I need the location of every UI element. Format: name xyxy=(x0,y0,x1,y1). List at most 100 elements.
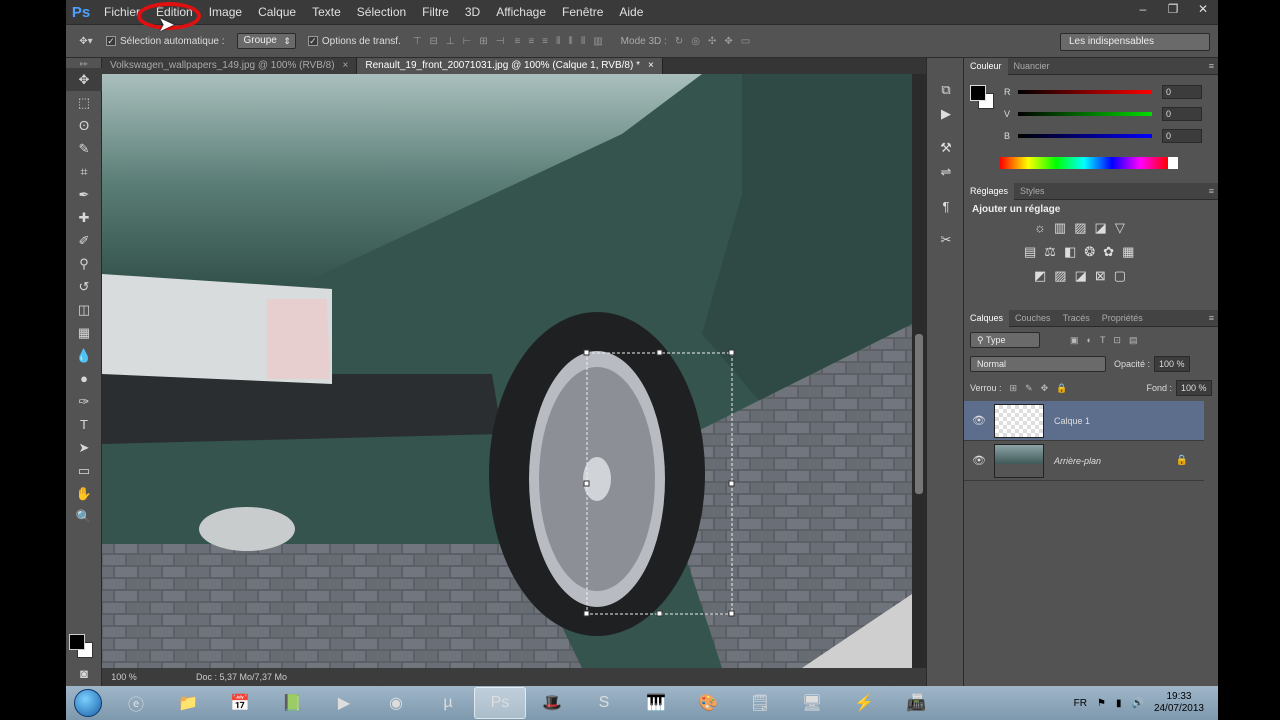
distribute-right-icon[interactable]: ⦀ xyxy=(581,36,585,47)
fill-input[interactable]: 100 % xyxy=(1176,380,1212,396)
gradient-map-icon[interactable]: ⊠ xyxy=(1095,268,1106,284)
menu-3d[interactable]: 3D xyxy=(457,0,488,24)
document-canvas[interactable] xyxy=(102,74,912,668)
tab-couches[interactable]: Couches xyxy=(1009,310,1057,327)
auto-align-icon[interactable]: ▥ xyxy=(593,36,602,47)
3d-scale-icon[interactable]: ▭ xyxy=(741,36,750,47)
distribute-vcenter-icon[interactable]: ≡ xyxy=(528,36,534,47)
align-top-icon[interactable]: ⊤ xyxy=(413,36,422,47)
doc-tab-renault[interactable]: Renault_19_front_20071031.jpg @ 100% (Ca… xyxy=(357,58,663,74)
media-player-icon[interactable]: ▶ xyxy=(318,687,370,719)
align-vcenter-icon[interactable]: ⊟ xyxy=(430,36,438,47)
photoshop-taskbar-icon[interactable]: Ps xyxy=(474,687,526,719)
align-hcenter-icon[interactable]: ⊞ xyxy=(479,36,487,47)
3d-drag-icon[interactable]: ✣ xyxy=(708,36,716,47)
hue-saturation-icon[interactable]: ▤ xyxy=(1024,244,1036,260)
panel-menu-icon[interactable]: ≡ xyxy=(1209,186,1214,196)
menu-filtre[interactable]: Filtre xyxy=(414,0,457,24)
zoom-tool-icon[interactable]: 🔍 xyxy=(66,505,102,528)
paint-app-icon[interactable]: 🎨 xyxy=(682,687,734,719)
tab-nuancier[interactable]: Nuancier xyxy=(1008,58,1056,75)
vibrance-icon[interactable]: ▽ xyxy=(1115,220,1125,236)
levels-icon[interactable]: ▥ xyxy=(1054,220,1066,236)
clone-stamp-tool-icon[interactable]: ⚲ xyxy=(66,252,102,275)
lock-icons[interactable]: ⊞✎✥🔒 xyxy=(1010,383,1076,394)
move-tool-icon[interactable]: ✥ xyxy=(66,68,102,91)
auto-select-dropdown[interactable]: Groupe xyxy=(236,33,296,49)
marquee-tool-icon[interactable]: ⬚ xyxy=(66,91,102,114)
eyedropper-tool-icon[interactable]: ✒ xyxy=(66,183,102,206)
close-tab-icon[interactable]: × xyxy=(343,60,349,71)
brightness-icon[interactable]: ☼ xyxy=(1034,220,1046,236)
red-slider[interactable] xyxy=(1018,90,1152,94)
brush-presets-icon[interactable]: ⇌ xyxy=(927,160,965,184)
workspace-dropdown[interactable]: Les indispensables xyxy=(1060,33,1210,51)
restore-button[interactable]: ❐ xyxy=(1158,0,1188,18)
dodge-tool-icon[interactable]: ● xyxy=(66,367,102,390)
file-explorer-icon[interactable]: 📁 xyxy=(162,687,214,719)
pen-tool-icon[interactable]: ✑ xyxy=(66,390,102,413)
visibility-eye-icon[interactable]: 👁 xyxy=(964,414,994,427)
doc-tab-volkswagen[interactable]: Volkswagen_wallpapers_149.jpg @ 100% (RV… xyxy=(102,58,358,74)
menu-image[interactable]: Image xyxy=(201,0,250,24)
align-left-icon[interactable]: ⊢ xyxy=(463,36,472,47)
chrome-icon[interactable]: ◉ xyxy=(370,687,422,719)
start-button[interactable] xyxy=(66,686,110,720)
menu-aide[interactable]: Aide xyxy=(611,0,651,24)
tab-styles[interactable]: Styles xyxy=(1014,183,1051,200)
tab-traces[interactable]: Tracés xyxy=(1057,310,1096,327)
3d-slide-icon[interactable]: ✥ xyxy=(724,36,732,47)
layer-arriere-plan[interactable]: 👁 Arrière-plan 🔒 xyxy=(964,441,1204,481)
color-spectrum[interactable] xyxy=(1000,157,1178,169)
foreground-color-swatch[interactable] xyxy=(970,85,986,101)
tray-flag-icon[interactable]: ⚑ xyxy=(1097,698,1106,709)
history-panel-icon[interactable]: ⧉ xyxy=(927,78,965,102)
blur-tool-icon[interactable]: 💧 xyxy=(66,344,102,367)
threshold-icon[interactable]: ◪ xyxy=(1075,268,1087,284)
panel-menu-icon[interactable]: ≡ xyxy=(1209,313,1214,323)
gradient-tool-icon[interactable]: ▦ xyxy=(66,321,102,344)
align-bottom-icon[interactable]: ⊥ xyxy=(446,36,455,47)
piano-app-icon[interactable]: 🎹 xyxy=(630,687,682,719)
lasso-tool-icon[interactable]: ʘ xyxy=(66,114,102,137)
foreground-color-swatch[interactable] xyxy=(69,634,85,650)
menu-affichage[interactable]: Affichage xyxy=(488,0,554,24)
3d-rotate-icon[interactable]: ↻ xyxy=(675,36,683,47)
zoom-level[interactable]: 100 % xyxy=(102,672,146,682)
path-selection-tool-icon[interactable]: ➤ xyxy=(66,436,102,459)
language-indicator[interactable]: FR xyxy=(1074,698,1087,709)
layer-filter-icons[interactable]: ▣◐T⊡▤ xyxy=(1070,335,1145,346)
blue-slider[interactable] xyxy=(1018,134,1152,138)
panel-menu-icon[interactable]: ≡ xyxy=(1209,61,1214,71)
tab-couleur[interactable]: Couleur xyxy=(964,57,1008,75)
color-lookup-icon[interactable]: ▦ xyxy=(1122,244,1134,260)
opacity-input[interactable]: 100 % xyxy=(1154,356,1191,372)
distribute-hcenter-icon[interactable]: ⦀ xyxy=(568,36,572,47)
brush-tool-icon[interactable]: ✐ xyxy=(66,229,102,252)
sticky-notes-icon[interactable]: 🗒 xyxy=(734,687,786,719)
minimize-button[interactable]: – xyxy=(1128,0,1158,18)
channel-mixer-icon[interactable]: ✿ xyxy=(1103,244,1114,260)
clock[interactable]: 19:33 24/07/2013 xyxy=(1154,691,1204,715)
curves-icon[interactable]: ▨ xyxy=(1074,220,1086,236)
quick-mask-icon[interactable]: ◙ xyxy=(66,662,102,685)
close-tab-icon[interactable]: × xyxy=(648,60,654,71)
transform-controls-checkbox[interactable]: ✓ xyxy=(307,36,318,46)
distribute-bottom-icon[interactable]: ≡ xyxy=(542,36,548,47)
layer-calque-1[interactable]: 👁 Calque 1 xyxy=(964,401,1204,441)
tab-calques[interactable]: Calques xyxy=(964,309,1010,327)
misc-app-icon[interactable]: 📠 xyxy=(890,687,942,719)
tray-network-icon[interactable]: ▮ xyxy=(1116,698,1122,709)
menu-fenetre[interactable]: Fenêtre xyxy=(554,0,611,24)
eraser-tool-icon[interactable]: ◫ xyxy=(66,298,102,321)
distribute-top-icon[interactable]: ≡ xyxy=(514,36,520,47)
paragraph-panel-icon[interactable]: ¶ xyxy=(927,194,965,218)
history-brush-tool-icon[interactable]: ↺ xyxy=(66,275,102,298)
selective-color-icon[interactable]: ▢ xyxy=(1114,268,1126,284)
auto-select-checkbox[interactable]: ✓ xyxy=(106,36,116,46)
red-value-input[interactable]: 0 xyxy=(1162,85,1202,99)
tab-reglages[interactable]: Réglages xyxy=(964,182,1015,200)
crop-tool-icon[interactable]: ⌗ xyxy=(66,160,102,183)
hand-tool-icon[interactable]: ✋ xyxy=(66,482,102,505)
menu-texte[interactable]: Texte xyxy=(304,0,349,24)
